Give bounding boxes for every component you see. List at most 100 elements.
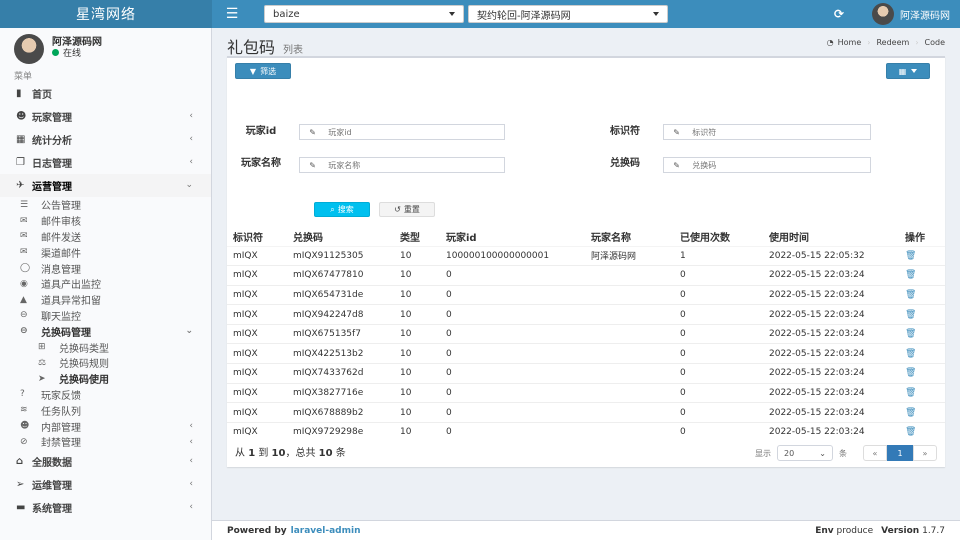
page-1-button[interactable]: 1 [887,445,913,461]
cell-use-time: 2022-05-15 22:03:24 [763,421,899,442]
trash-icon[interactable]: 🗑 [905,368,916,378]
breadcrumb-separator: › [867,38,871,47]
sidebar-item-system[interactable]: ▬ 系统管理 ‹ [0,496,211,519]
table-icon: ▦ [898,66,907,76]
cell-type: 10 [394,402,440,423]
breadcrumb-home[interactable]: Home [838,38,862,47]
laravel-admin-link[interactable]: laravel-admin [291,526,361,536]
sidebar-item-stats[interactable]: ▦ 统计分析 ‹ [0,128,211,151]
top-navbar: 星湾网络 ☰ baize 契约轮回-阿泽源码网 ⟳ 阿泽源码网 [0,0,960,28]
cell-actions: 🗑 [899,323,945,344]
footer-powered: Powered by [227,525,287,536]
trash-icon[interactable]: 🗑 [905,349,916,359]
sidebar-subsub-redeem-use[interactable]: ➤ 兑换码使用 [0,371,211,387]
sidebar-sub-announcement[interactable]: ☰ 公告管理 [0,197,211,213]
code-field[interactable] [690,158,870,172]
sidebar-item-devops[interactable]: ➢ 运维管理 ‹ [0,473,211,496]
column-selector-button[interactable]: ▦ [886,63,930,79]
sidebar-item-operations[interactable]: ✈ 运营管理 ⌄ [0,174,211,197]
cell-use-count: 0 [674,402,763,423]
player-id-field[interactable] [326,125,504,139]
cell-player-id: 0 [440,323,585,344]
sidebar-sub-ban[interactable]: ⊘ 封禁管理 ‹ [0,434,211,450]
per-page-select[interactable]: 20 ⌄ [777,445,833,461]
sidebar-sub-chat[interactable]: ⊖ 聊天监控 [0,308,211,324]
table-row: mIQX mIQX9729298e 10 0 0 2022-05-15 22:03:24 🗑 [227,421,945,442]
sidebar-item-label: 兑换码使用 [59,375,109,387]
sidebar-item-home[interactable]: ▮ 首页 [0,82,211,105]
cell-player-id: 0 [440,421,585,442]
sidebar-sub-task-queue[interactable]: ≋ 任务队列 [0,402,211,418]
pager-text: 条 [335,448,346,459]
cell-actions: 🗑 [899,343,945,364]
trash-icon[interactable]: 🗑 [905,408,916,418]
sidebar-toggle-icon[interactable]: ☰ [212,0,252,28]
sidebar: 阿泽源码网 在线 菜单 ▮ 首页 ☻ 玩家管理 ‹ ▦ 统计分析 ‹ ❐ 日志管理 ‹ ✈ 运营… [0,28,212,540]
trash-icon[interactable]: 🗑 [905,427,916,437]
sidebar-item-logs[interactable]: ❐ 日志管理 ‹ [0,151,211,174]
cell-type: 10 [394,421,440,442]
trash-icon[interactable]: 🗑 [905,310,916,320]
sidebar-sub-messages[interactable]: ◯ 消息管理 [0,260,211,276]
next-page-button[interactable]: » [913,445,937,461]
trash-icon[interactable]: 🗑 [905,329,916,339]
trash-icon[interactable]: 🗑 [905,270,916,280]
prev-page-button[interactable]: « [863,445,887,461]
version-value: 1.7.7 [922,525,945,536]
col-player-id[interactable]: 玩家id [440,228,585,247]
sidebar-sub-item-output[interactable]: ◉ 道具产出监控 [0,276,211,292]
refresh-icon[interactable]: ⟳ [834,7,844,21]
identifier-field[interactable] [690,125,870,139]
sidebar-item-server-data[interactable]: ⌂ 全服数据 ‹ [0,450,211,473]
chevron-left-icon: ‹ [189,157,193,167]
sidebar-sub-mail-review[interactable]: ✉ 邮件审核 [0,213,211,229]
player-name-field[interactable] [326,158,504,172]
filter-label-identifier: 标识符 [610,126,640,137]
project-select[interactable]: baize [264,5,464,23]
col-code[interactable]: 兑换码 [287,228,394,247]
pager-to: 10 [271,448,286,459]
chevron-down-icon: ⌄ [185,326,193,337]
cell-type: 10 [394,304,440,325]
table-row: mIQX mIQX3827716e 10 0 0 2022-05-15 22:03:24 🗑 [227,382,945,403]
trash-icon[interactable]: 🗑 [905,251,916,261]
sidebar-sub-feedback[interactable]: ? 玩家反馈 [0,387,211,403]
col-player-name[interactable]: 玩家名称 [585,228,674,247]
user-menu[interactable]: ⟳ 阿泽源码网 [834,0,950,28]
cell-code: mIQX654731de [287,284,394,305]
trash-icon[interactable]: 🗑 [905,388,916,398]
sidebar-item-label: 消息管理 [41,264,81,276]
col-use-time[interactable]: 使用时间 [763,228,899,247]
cell-code: mIQX3827716e [287,382,394,403]
filter-button[interactable]: ▼ 筛选 [235,63,291,79]
bank-icon: ⌂ [16,455,24,467]
brand-logo[interactable]: 星湾网络 [0,0,212,28]
sidebar-subsub-redeem-rule[interactable]: ⚖ 兑换码规则 [0,355,211,371]
sidebar-sub-mail-send[interactable]: ✉ 邮件发送 [0,229,211,245]
sidebar-subsub-redeem-type[interactable]: ⊞ 兑换码类型 [0,339,211,355]
col-use-count[interactable]: 已使用次数 [674,228,763,247]
search-button[interactable]: ⌕ 搜索 [314,202,370,217]
envelope-icon: ✉ [20,215,28,226]
sidebar-sub-channel-mail[interactable]: ✉ 渠道邮件 [0,244,211,260]
trash-icon[interactable]: 🗑 [905,290,916,300]
plane-icon: ✈ [16,180,25,191]
reset-button[interactable]: ↺ 重置 [379,202,435,217]
sidebar-sub-internal[interactable]: ☻ 内部管理 ‹ [0,418,211,434]
player-name-input[interactable]: ✎ [299,157,505,173]
cell-use-time: 2022-05-15 22:03:24 [763,284,899,305]
sidebar-sub-item-abnormal[interactable]: ▲ 道具异常扣留 [0,292,211,308]
sidebar-item-players[interactable]: ☻ 玩家管理 ‹ [0,105,211,128]
code-input[interactable]: ✎ [663,157,871,173]
identifier-input[interactable]: ✎ [663,124,871,140]
col-identifier[interactable]: 标识符 [227,228,287,247]
breadcrumb-redeem[interactable]: Redeem [876,38,909,47]
table-row: mIQX mIQX675135f7 10 0 0 2022-05-15 22:03:24 🗑 [227,323,945,344]
sidebar-sub-redeem[interactable]: ⊖ 兑换码管理 ⌄ [0,323,211,339]
col-type[interactable]: 类型 [394,228,440,247]
pencil-icon: ✎ [664,158,691,172]
pager-text: 从 [235,448,245,459]
server-select[interactable]: 契约轮回-阿泽源码网 [468,5,668,23]
env-value: produce [836,525,874,536]
player-id-input[interactable]: ✎ [299,124,505,140]
